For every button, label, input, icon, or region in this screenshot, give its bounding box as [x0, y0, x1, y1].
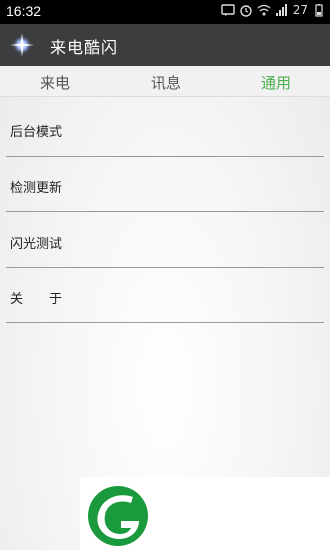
- list-item-check-update[interactable]: 检测更新: [6, 157, 324, 212]
- app-bar: 来电酷闪: [0, 24, 330, 66]
- green-g-leaf-logo: [88, 486, 148, 546]
- battery-icon: [315, 4, 323, 17]
- list-item-label: 关 于: [10, 292, 63, 307]
- battery-level: 27: [292, 3, 308, 17]
- app-title: 来电酷闪: [50, 38, 119, 57]
- list-item-background-mode[interactable]: 后台模式: [6, 97, 324, 157]
- status-bar: 16:32 27: [0, 0, 330, 24]
- list-item-label: 后台模式: [10, 125, 63, 140]
- alarm-clock-icon: [240, 5, 252, 17]
- wifi-icon: [257, 4, 271, 16]
- tab-general[interactable]: 通用: [261, 72, 291, 93]
- list-item-label: 闪光测试: [10, 237, 63, 252]
- tab-bar: 来电 讯息 通用: [0, 66, 330, 97]
- message-icon: [221, 4, 235, 16]
- list-item-about[interactable]: 关 于: [6, 268, 324, 323]
- status-time: 16:32: [6, 3, 42, 19]
- signal-icon: [275, 4, 287, 16]
- list-item-flash-test[interactable]: 闪光测试: [6, 212, 324, 268]
- tab-incoming-call[interactable]: 来电: [40, 72, 70, 93]
- sparkle-star-icon[interactable]: [8, 31, 36, 59]
- list-item-label: 检测更新: [10, 181, 63, 196]
- status-icons: 27: [221, 3, 326, 17]
- tab-messages[interactable]: 讯息: [151, 72, 181, 93]
- promo-banner[interactable]: [80, 477, 330, 550]
